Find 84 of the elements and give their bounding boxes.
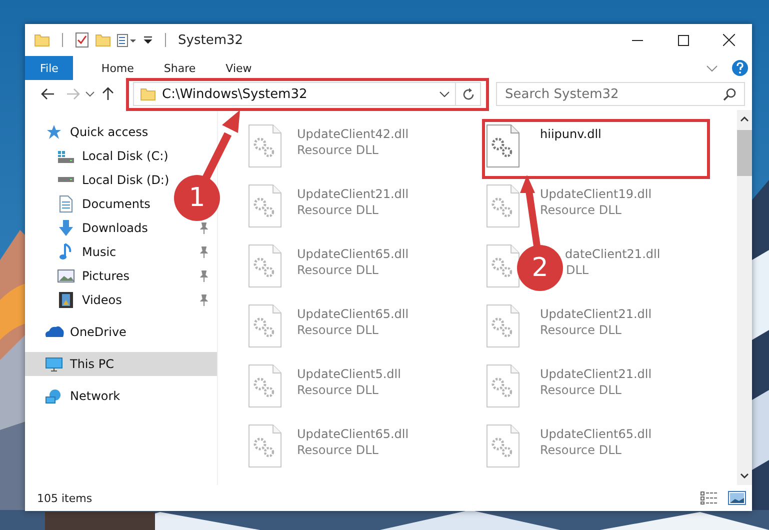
file-gear-icon[interactable] bbox=[248, 424, 282, 468]
drive-icon bbox=[56, 150, 76, 162]
file-gear-icon[interactable] bbox=[486, 364, 520, 408]
details-view-icon[interactable] bbox=[700, 491, 718, 505]
file-gear-icon[interactable] bbox=[248, 364, 282, 408]
file-name[interactable]: UpdateClient21.dll bbox=[540, 306, 652, 322]
file-type: Resource DLL bbox=[540, 322, 622, 338]
nav-item[interactable]: Music bbox=[82, 245, 116, 259]
file-type: Resource DLL bbox=[540, 202, 622, 218]
address-field[interactable]: C:\Windows\System32 bbox=[133, 82, 481, 106]
nav-item[interactable]: Documents bbox=[82, 197, 150, 211]
file-type: DLL bbox=[566, 262, 589, 278]
search-icon bbox=[723, 88, 736, 100]
file-name[interactable]: hiipunv.dll bbox=[540, 126, 602, 142]
file-name[interactable]: UpdateClient65.dll bbox=[297, 426, 409, 442]
file-name[interactable]: UpdateClient21.dll bbox=[297, 186, 409, 202]
file-gear-icon[interactable] bbox=[248, 184, 282, 228]
file-type: Resource DLL bbox=[297, 202, 378, 218]
large-icons-view-icon[interactable] bbox=[728, 491, 746, 505]
folder-icon[interactable] bbox=[95, 34, 111, 46]
download-icon bbox=[56, 219, 76, 237]
nav-item[interactable]: Videos bbox=[82, 293, 122, 307]
file-type: Resource DLL bbox=[540, 442, 622, 458]
properties-icon[interactable] bbox=[117, 34, 137, 46]
folder-icon bbox=[140, 88, 156, 100]
file-type: Resource DLL bbox=[297, 442, 378, 458]
file-name[interactable]: UpdateClient21.dll bbox=[540, 366, 652, 382]
ribbon-tab[interactable]: File bbox=[25, 56, 74, 80]
file-gear-icon[interactable] bbox=[248, 244, 282, 288]
file-gear-icon[interactable] bbox=[248, 124, 282, 168]
cloud-icon bbox=[44, 326, 64, 338]
file-type: Resource DLL bbox=[297, 262, 378, 278]
file-type: Resource DLL bbox=[297, 322, 378, 338]
search-field[interactable]: Search System32 bbox=[496, 82, 745, 106]
annotation-arrow bbox=[202, 110, 240, 180]
file-type: Resource DLL bbox=[297, 142, 378, 158]
file-gear-icon[interactable] bbox=[486, 424, 520, 468]
file-name[interactable]: UpdateClient42.dll bbox=[297, 126, 409, 142]
file-name[interactable]: dateClient21.dll bbox=[565, 246, 660, 262]
ribbon-tab[interactable]: Home bbox=[87, 56, 148, 80]
close-icon bbox=[723, 34, 735, 46]
nav-item[interactable]: This PC bbox=[70, 357, 114, 371]
pin-icon[interactable] bbox=[199, 270, 209, 282]
nav-item[interactable]: Pictures bbox=[82, 269, 130, 283]
nav-item[interactable]: Network bbox=[70, 389, 120, 403]
file-type: Resource DLL bbox=[297, 382, 378, 398]
ribbon-tab[interactable]: Share bbox=[150, 56, 210, 80]
pin-icon[interactable] bbox=[199, 294, 209, 306]
checklist-icon[interactable] bbox=[75, 32, 89, 48]
address-path[interactable]: C:\Windows\System32 bbox=[156, 86, 439, 102]
nav-item[interactable]: Quick access bbox=[70, 125, 148, 139]
annotation-arrow bbox=[520, 175, 540, 246]
file-gear-icon[interactable] bbox=[486, 244, 520, 288]
item-count: 105 items bbox=[37, 492, 92, 504]
file-gear-icon[interactable] bbox=[486, 184, 520, 228]
drive-icon bbox=[56, 177, 76, 183]
file-name[interactable]: UpdateClient19.dll bbox=[540, 186, 652, 202]
file-name[interactable]: UpdateClient65.dll bbox=[297, 306, 409, 322]
film-icon bbox=[56, 291, 76, 309]
pin-icon[interactable] bbox=[199, 222, 209, 234]
file-gear-icon[interactable] bbox=[486, 304, 520, 348]
nav-item[interactable]: Downloads bbox=[82, 221, 148, 235]
refresh-icon bbox=[462, 88, 474, 100]
search-input[interactable]: Search System32 bbox=[505, 86, 723, 102]
file-name[interactable]: UpdateClient5.dll bbox=[297, 366, 401, 382]
window-title: System32 bbox=[178, 32, 244, 48]
scrollbar[interactable] bbox=[737, 110, 752, 485]
maximize-icon bbox=[678, 34, 688, 46]
nav-item[interactable]: Local Disk (C:) bbox=[82, 149, 168, 163]
nav-item[interactable]: OneDrive bbox=[70, 325, 126, 339]
folder-icon[interactable] bbox=[34, 34, 50, 46]
scroll-thumb[interactable] bbox=[737, 130, 752, 176]
file-name[interactable]: UpdateClient65.dll bbox=[540, 426, 652, 442]
picture-icon bbox=[56, 269, 76, 283]
file-type: Resource DLL bbox=[540, 382, 622, 398]
ribbon-tab[interactable]: View bbox=[212, 56, 266, 80]
computer-icon bbox=[44, 356, 64, 372]
help-icon[interactable] bbox=[732, 60, 748, 76]
nav-item[interactable]: Local Disk (D:) bbox=[82, 173, 170, 187]
caret-icon[interactable] bbox=[143, 36, 153, 44]
file-name[interactable]: UpdateClient65.dll bbox=[297, 246, 409, 262]
file-gear-icon[interactable] bbox=[248, 304, 282, 348]
pin-icon[interactable] bbox=[199, 246, 209, 258]
file-gear-icon[interactable] bbox=[486, 124, 520, 168]
